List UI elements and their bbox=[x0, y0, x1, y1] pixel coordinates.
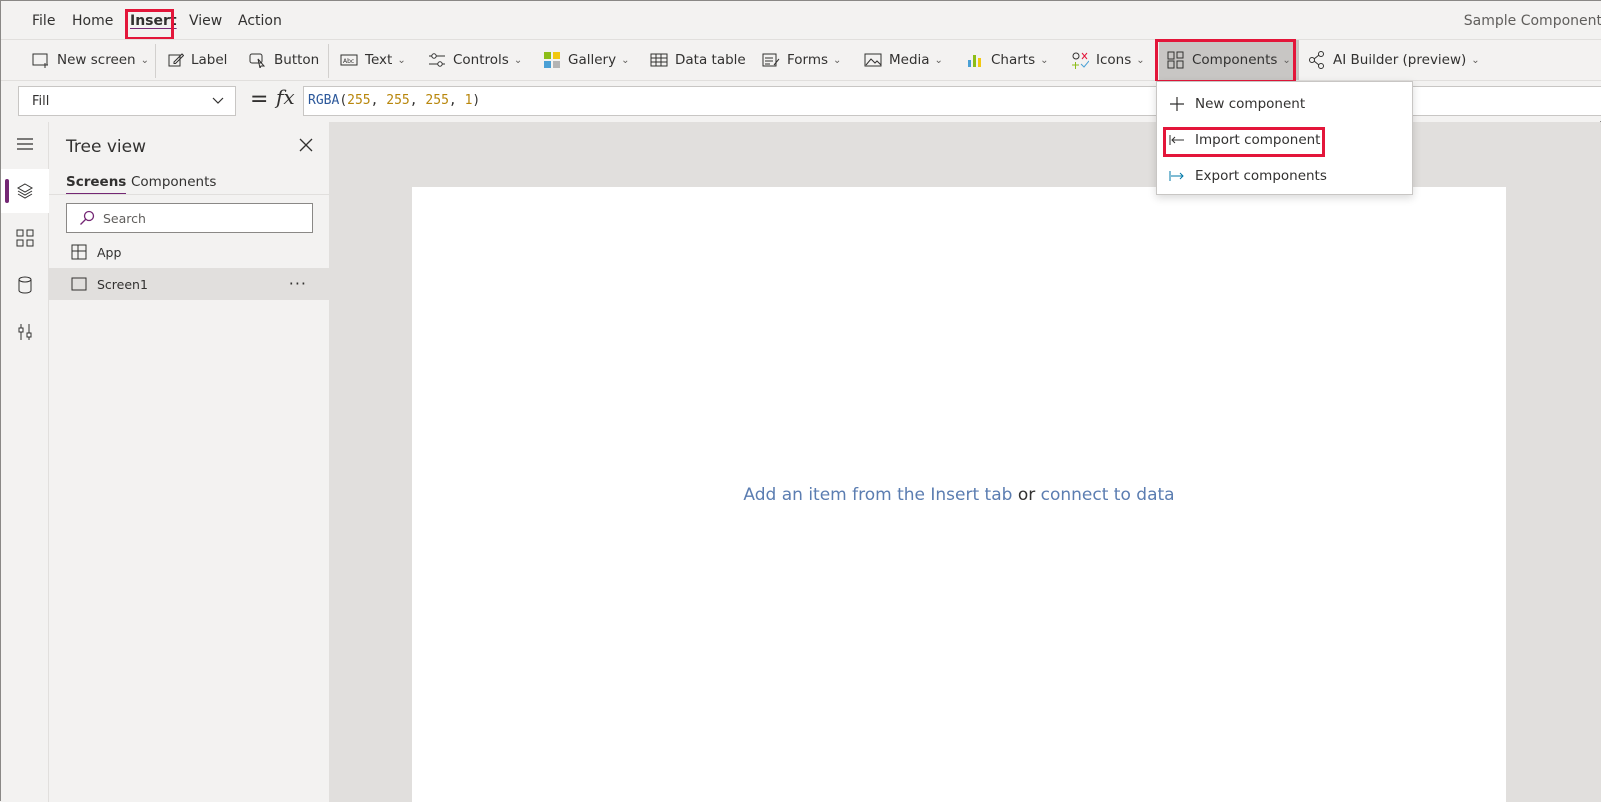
media-dropdown[interactable]: Media ⌄ bbox=[864, 40, 943, 80]
fx-icon: fx bbox=[276, 85, 295, 109]
tree-item-label: Screen1 bbox=[97, 276, 148, 292]
text-abc-icon: Abc bbox=[340, 54, 358, 66]
forms-icon bbox=[762, 53, 780, 67]
controls-dropdown[interactable]: Controls ⌄ bbox=[428, 40, 522, 80]
button-cursor-icon bbox=[249, 53, 266, 68]
chevron-down-icon bbox=[212, 97, 224, 104]
new-screen-label: New screen bbox=[57, 52, 136, 68]
forms-label: Forms bbox=[787, 52, 829, 68]
hamburger-menu-button[interactable] bbox=[1, 122, 49, 166]
new-component-label: New component bbox=[1195, 96, 1306, 112]
menu-action[interactable]: Action bbox=[238, 13, 282, 29]
gallery-label: Gallery bbox=[568, 52, 617, 68]
import-highlight bbox=[1163, 127, 1325, 157]
icons-label: Icons bbox=[1096, 52, 1132, 68]
gallery-dropdown[interactable]: Gallery ⌄ bbox=[543, 40, 629, 80]
data-table-icon bbox=[650, 53, 668, 67]
tree-view-panel: Tree view Screens Components Search App … bbox=[49, 122, 330, 802]
search-icon bbox=[80, 210, 95, 225]
formula-arg-g: 255 bbox=[386, 93, 410, 108]
label-edit-icon bbox=[168, 53, 184, 67]
tools-icon bbox=[18, 324, 32, 340]
tree-item-label: App bbox=[97, 244, 122, 260]
controls-label: Controls bbox=[453, 52, 509, 68]
export-components-item[interactable]: Export components bbox=[1157, 159, 1412, 193]
insert-tab-link[interactable]: Add an item from the Insert tab bbox=[743, 485, 1012, 505]
controls-sliders-icon bbox=[429, 53, 445, 67]
canvas-hint: Add an item from the Insert tab or conne… bbox=[412, 485, 1506, 505]
search-input[interactable]: Search bbox=[66, 203, 313, 233]
new-component-item[interactable]: New component bbox=[1157, 87, 1412, 121]
data-table-button[interactable]: Data table bbox=[650, 40, 746, 80]
equals-sign: = bbox=[250, 87, 269, 112]
charts-label: Charts bbox=[991, 52, 1036, 68]
components-highlight bbox=[1155, 39, 1296, 83]
menu-home[interactable]: Home bbox=[72, 13, 113, 29]
database-icon bbox=[18, 276, 32, 294]
svg-text:Abc: Abc bbox=[343, 58, 354, 65]
property-value: Fill bbox=[32, 93, 50, 109]
plus-icon bbox=[1170, 97, 1184, 111]
screen-icon bbox=[71, 277, 87, 291]
text-label: Text bbox=[365, 52, 393, 68]
formula-arg-b: 255 bbox=[425, 93, 449, 108]
text-dropdown[interactable]: Abc Text ⌄ bbox=[340, 40, 406, 80]
app-icon bbox=[71, 244, 87, 260]
close-icon[interactable] bbox=[299, 138, 313, 152]
menu-bar: File Home Insert View Action Sample Comp… bbox=[1, 1, 1601, 39]
hint-or: or bbox=[1017, 485, 1036, 505]
media-label: Media bbox=[889, 52, 930, 68]
tab-components[interactable]: Components bbox=[131, 174, 216, 190]
insert-grid-icon bbox=[16, 229, 34, 247]
data-table-label: Data table bbox=[675, 52, 746, 68]
layers-icon bbox=[16, 183, 34, 199]
tree-item-app[interactable]: App bbox=[49, 236, 329, 268]
advanced-tools-button[interactable] bbox=[1, 310, 49, 354]
screen-canvas[interactable]: Add an item from the Insert tab or conne… bbox=[412, 187, 1506, 802]
forms-dropdown[interactable]: Forms ⌄ bbox=[762, 40, 841, 80]
formula-arg-r: 255 bbox=[347, 93, 371, 108]
insert-panel-button[interactable] bbox=[1, 216, 49, 260]
export-icon bbox=[1169, 171, 1184, 181]
hamburger-icon bbox=[17, 138, 33, 150]
media-image-icon bbox=[864, 53, 882, 67]
tree-view-title: Tree view bbox=[66, 137, 146, 157]
menu-file[interactable]: File bbox=[32, 13, 55, 29]
charts-dropdown[interactable]: Charts ⌄ bbox=[966, 40, 1049, 80]
app-title: Sample Component bbox=[1463, 13, 1601, 29]
ribbon-separator bbox=[155, 44, 156, 78]
tree-view-button[interactable] bbox=[1, 169, 49, 213]
new-screen-button[interactable]: New screen ⌄ bbox=[32, 40, 149, 80]
ai-builder-icon bbox=[1309, 51, 1324, 69]
data-button[interactable] bbox=[1, 263, 49, 307]
canvas-area: Add an item from the Insert tab or conne… bbox=[330, 122, 1601, 802]
icons-icon bbox=[1072, 52, 1089, 69]
formula-function: RGBA bbox=[308, 93, 340, 108]
ribbon-toolbar: New screen ⌄ Label Button Abc Text ⌄ Contr… bbox=[1, 39, 1601, 81]
button-button[interactable]: Button bbox=[249, 40, 319, 80]
tab-screens[interactable]: Screens bbox=[66, 174, 127, 195]
ai-builder-label: AI Builder (preview) bbox=[1333, 52, 1467, 68]
icons-dropdown[interactable]: Icons ⌄ bbox=[1071, 40, 1145, 80]
export-components-label: Export components bbox=[1195, 168, 1327, 184]
menu-view[interactable]: View bbox=[189, 13, 222, 29]
charts-bar-icon bbox=[968, 55, 981, 67]
left-rail bbox=[1, 122, 49, 802]
connect-data-link[interactable]: connect to data bbox=[1041, 485, 1175, 505]
property-select[interactable]: Fill bbox=[18, 86, 236, 116]
ribbon-separator bbox=[328, 44, 329, 78]
new-screen-icon bbox=[32, 53, 48, 68]
label-label: Label bbox=[191, 52, 228, 68]
tabs-divider bbox=[49, 194, 329, 195]
button-label: Button bbox=[274, 52, 320, 68]
search-placeholder: Search bbox=[103, 210, 146, 226]
label-button[interactable]: Label bbox=[168, 40, 227, 80]
tree-item-screen1[interactable]: Screen1 ··· bbox=[49, 268, 329, 300]
insert-highlight bbox=[125, 9, 174, 40]
more-options-icon[interactable]: ··· bbox=[289, 274, 307, 293]
ai-builder-dropdown[interactable]: AI Builder (preview) ⌄ bbox=[1308, 40, 1480, 80]
gallery-icon bbox=[544, 52, 560, 68]
